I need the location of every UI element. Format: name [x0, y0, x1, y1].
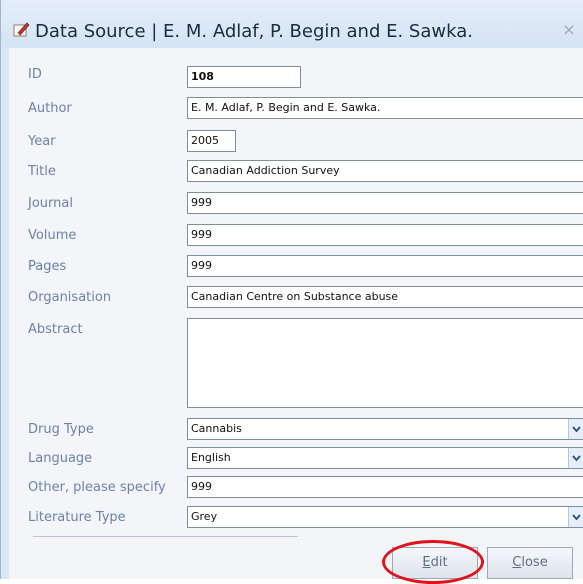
label-pages: Pages	[28, 259, 67, 274]
label-journal: Journal	[28, 196, 73, 211]
language-select[interactable]: English	[187, 447, 583, 469]
chevron-down-icon	[572, 514, 581, 521]
organisation-field[interactable]: Canadian Centre on Substance abuse	[187, 286, 583, 308]
language-value: English	[191, 451, 231, 464]
window-title: Data Source | E. M. Adlaf, P. Begin and …	[35, 21, 473, 42]
edit-button-accel: E	[422, 555, 431, 570]
label-volume: Volume	[28, 228, 77, 243]
close-button-accel: C	[512, 555, 522, 570]
close-button[interactable]: Close	[487, 547, 573, 579]
journal-field[interactable]: 999	[187, 192, 583, 214]
footer-divider	[33, 536, 298, 537]
literature-type-dropdown-button[interactable]	[568, 507, 583, 527]
data-source-window: Data Source | E. M. Adlaf, P. Begin and …	[0, 0, 583, 584]
other-specify-field[interactable]: 999	[187, 476, 583, 498]
id-field[interactable]: 108	[187, 66, 301, 88]
pencil-edit-icon	[13, 22, 30, 37]
label-abstract: Abstract	[28, 322, 83, 337]
label-id: ID	[28, 67, 42, 82]
label-language: Language	[28, 451, 93, 466]
literature-type-select[interactable]: Grey	[187, 506, 583, 528]
close-button-label: lose	[521, 555, 548, 570]
title-bar[interactable]: Data Source | E. M. Adlaf, P. Begin and …	[1, 0, 583, 48]
literature-type-value: Grey	[191, 510, 218, 523]
title-field[interactable]: Canadian Addiction Survey	[187, 160, 583, 182]
drug-type-select[interactable]: Cannabis	[187, 418, 583, 440]
label-organisation: Organisation	[28, 290, 112, 305]
label-title: Title	[28, 164, 56, 179]
year-field[interactable]: 2005	[187, 130, 236, 152]
chevron-down-icon	[572, 455, 581, 462]
language-dropdown-button[interactable]	[568, 448, 583, 468]
pages-field[interactable]: 999	[187, 255, 583, 277]
label-other-specify: Other, please specify	[28, 480, 166, 495]
close-icon[interactable]: ×	[559, 20, 579, 40]
label-author: Author	[28, 101, 72, 116]
edit-button-label: dit	[430, 555, 448, 570]
label-year: Year	[28, 134, 56, 149]
form-body	[9, 48, 583, 579]
drug-type-dropdown-button[interactable]	[568, 419, 583, 439]
edit-button[interactable]: Edit	[392, 547, 478, 579]
volume-field[interactable]: 999	[187, 224, 583, 246]
abstract-field[interactable]	[187, 318, 583, 408]
label-drug-type: Drug Type	[28, 422, 94, 437]
chevron-down-icon	[572, 426, 581, 433]
author-field[interactable]: E. M. Adlaf, P. Begin and E. Sawka.	[187, 97, 583, 119]
drug-type-value: Cannabis	[191, 422, 242, 435]
label-literature-type: Literature Type	[28, 510, 126, 525]
